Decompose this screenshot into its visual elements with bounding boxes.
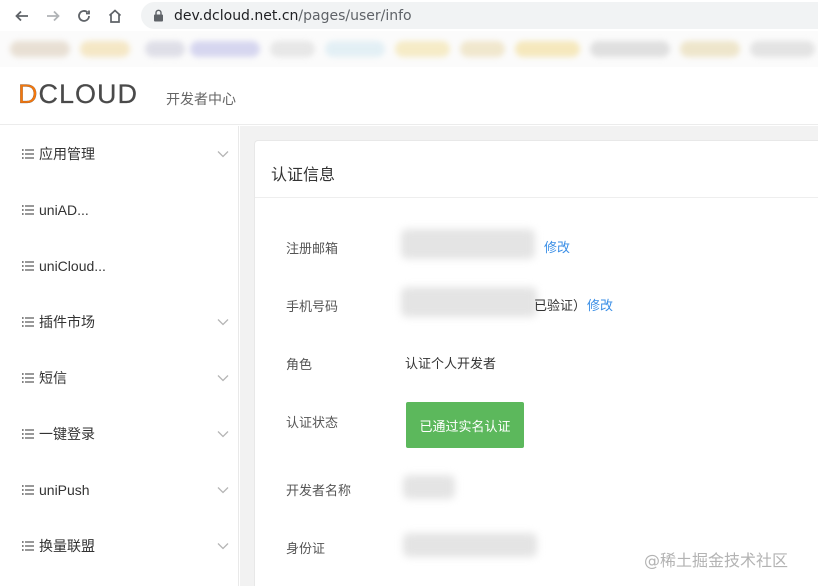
email-value-redacted [401, 229, 535, 259]
phone-verified-text: 已验证） [534, 298, 587, 313]
list-icon [22, 485, 34, 495]
chevron-down-icon [217, 543, 229, 550]
verified-status-badge: 已通过实名认证 [406, 402, 524, 448]
status-label: 认证状态 [286, 415, 339, 430]
chevron-down-icon [217, 375, 229, 382]
reload-icon [77, 9, 90, 22]
reload-button[interactable] [68, 0, 99, 31]
bookmark-blur [325, 41, 385, 57]
chevron-down-icon [217, 487, 229, 494]
watermark: @稀土掘金技术社区 [644, 551, 789, 570]
chevron-down-icon [217, 431, 229, 438]
sidebar-item-label: 插件市场 [39, 314, 95, 330]
list-icon [22, 149, 34, 159]
sidebar-item-label: uniAD... [39, 202, 89, 218]
bookmarks-bar [0, 31, 818, 67]
sidebar-item[interactable]: 换量联盟 [0, 518, 239, 574]
arrow-right-icon [46, 10, 60, 21]
sidebar: 应用管理 uniAD... uniCloud... 插件市场短信一键登录 uniPush… [0, 126, 239, 586]
bookmark-blur [10, 41, 70, 57]
sidebar-item-label: uniCloud... [39, 258, 106, 274]
sidebar-item[interactable]: 短信 [0, 350, 239, 406]
logo-first-letter: D [18, 78, 39, 109]
home-button[interactable] [99, 0, 130, 31]
arrow-left-icon [14, 10, 28, 21]
sidebar-item-label: 应用管理 [39, 146, 95, 162]
bookmark-blur [460, 41, 505, 57]
bookmark-blur [80, 41, 130, 57]
sidebar-item[interactable]: 插件市场 [0, 294, 239, 350]
card-divider [255, 197, 818, 198]
email-edit-link[interactable]: 修改 [544, 237, 570, 256]
logo-text: DCLOUD [18, 78, 139, 110]
home-icon [108, 8, 121, 23]
bookmark-blur [590, 41, 670, 57]
list-icon [22, 429, 34, 439]
logo-rest: CLOUD [38, 78, 139, 109]
sidebar-item[interactable]: uniCloud... [0, 238, 239, 294]
list-icon [22, 317, 34, 327]
bookmark-blur [515, 41, 580, 57]
id-card-label: 身份证 [286, 541, 326, 556]
address-bar[interactable]: dev.dcloud.net.cn/pages/user/info [141, 2, 818, 29]
bookmark-blur [270, 41, 315, 57]
url-host: dev.dcloud.net.cn [174, 7, 299, 24]
app-header: DCLOUD 开发者中心 [0, 67, 818, 125]
sidebar-item[interactable]: 应用管理 [0, 126, 239, 182]
list-icon [22, 373, 34, 383]
phone-edit-link[interactable]: 修改 [587, 295, 613, 314]
email-label: 注册邮箱 [286, 241, 339, 256]
sidebar-item-label: 一键登录 [39, 426, 95, 442]
auth-info-card: 认证信息 注册邮箱 修改 手机号码 已验证） 修改 角色 认证个人开发者 认证状… [254, 140, 818, 586]
list-icon [22, 205, 34, 215]
phone-label: 手机号码 [286, 299, 339, 314]
url-path: /pages/user/info [298, 7, 412, 24]
card-title: 认证信息 [271, 167, 336, 184]
developer-name-label: 开发者名称 [286, 483, 352, 498]
role-label: 角色 [286, 357, 313, 372]
phone-value-redacted [401, 287, 537, 317]
bookmark-blur [190, 41, 260, 57]
forward-button[interactable] [37, 0, 68, 31]
bookmark-blur [395, 41, 450, 57]
dcloud-logo[interactable]: DCLOUD [18, 78, 138, 108]
lock-icon [154, 9, 163, 22]
sidebar-item-label: 换量联盟 [39, 538, 95, 554]
sidebar-item-label: uniPush [39, 482, 90, 498]
chevron-down-icon [217, 151, 229, 158]
list-icon [22, 261, 34, 271]
browser-toolbar: dev.dcloud.net.cn/pages/user/info [0, 0, 818, 31]
bookmark-blur [145, 41, 185, 57]
sidebar-item-label: 短信 [39, 370, 67, 386]
url-text: dev.dcloud.net.cn/pages/user/info [174, 8, 412, 24]
list-icon [22, 541, 34, 551]
sidebar-item[interactable]: uniAD... [0, 182, 239, 238]
back-button[interactable] [6, 0, 37, 31]
id-card-redacted [403, 533, 537, 557]
bookmark-blur [750, 41, 815, 57]
developer-name-redacted [403, 475, 455, 499]
bookmark-blur [680, 41, 740, 57]
role-value: 认证个人开发者 [405, 356, 497, 371]
sidebar-item[interactable]: 一键登录 [0, 406, 239, 462]
chevron-down-icon [217, 319, 229, 326]
header-subtitle: 开发者中心 [166, 91, 236, 107]
sidebar-item[interactable]: uniPush [0, 462, 239, 518]
